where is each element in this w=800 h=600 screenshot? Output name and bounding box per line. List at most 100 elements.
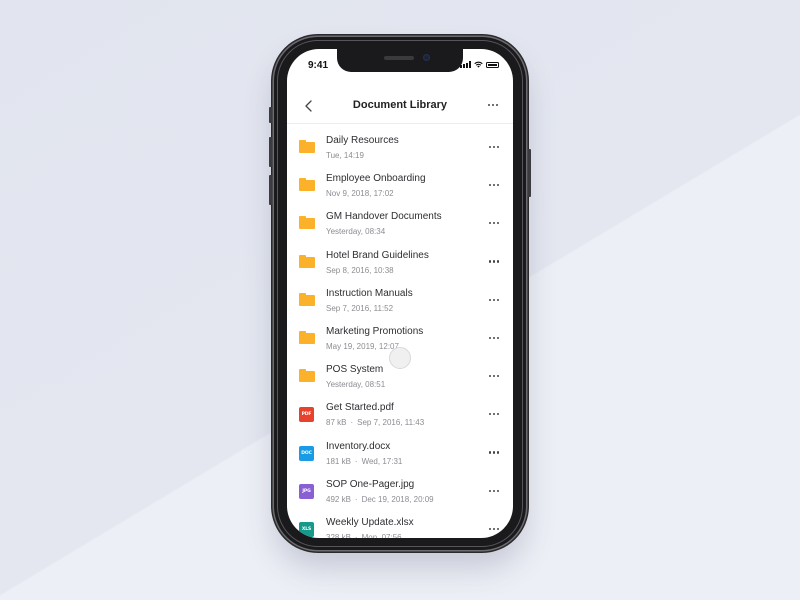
item-name: Get Started.pdf	[326, 402, 394, 414]
meta-separator: ·	[354, 494, 358, 504]
item-meta: 87 kB · Sep 7, 2016, 11:43	[326, 418, 424, 427]
phone-screen: 9:41 Document Library Daily Resources Tue…	[287, 49, 513, 538]
item-name: Daily Resources	[326, 135, 399, 146]
item-date: Sep 7, 2016, 11:52	[326, 303, 394, 313]
folder-icon	[299, 216, 315, 230]
item-more-button[interactable]	[487, 522, 501, 536]
item-meta: 181 kB · Wed, 17:31	[326, 457, 402, 466]
nav-bar: Document Library	[287, 89, 513, 124]
item-more-button[interactable]	[487, 293, 501, 307]
meta-separator: ·	[354, 456, 358, 466]
item-name: Marketing Promotions	[326, 325, 424, 337]
page-title: Document Library	[352, 99, 448, 111]
item-size: 181 kB	[326, 456, 351, 466]
more-horizontal-icon	[487, 522, 501, 536]
item-more-button[interactable]	[487, 140, 501, 154]
speaker-icon	[384, 56, 414, 60]
volume-down-button	[269, 175, 272, 205]
item-more-button[interactable]	[487, 369, 501, 383]
item-name: Employee Onboarding	[326, 173, 426, 185]
more-horizontal-icon	[487, 178, 501, 192]
phone-frame: 9:41 Document Library Daily Resources Tue…	[269, 37, 531, 550]
item-meta: Tue, 14:19	[326, 151, 364, 160]
item-date: May 19, 2019, 12:07	[326, 341, 399, 351]
folder-icon	[299, 369, 315, 383]
item-meta: Sep 7, 2016, 11:52	[326, 304, 393, 313]
item-meta: Yesterday, 08:51	[326, 380, 385, 389]
more-horizontal-icon	[487, 293, 501, 307]
item-meta: May 19, 2019, 12:07	[326, 342, 399, 351]
item-name: Inventory.docx	[326, 440, 391, 452]
item-meta: Sep 8, 2016, 10:38	[326, 266, 394, 275]
item-more-button[interactable]	[487, 446, 501, 460]
folder-icon	[299, 140, 315, 154]
silent-switch	[269, 107, 272, 123]
jpg-badge: JPG	[299, 483, 314, 499]
folder-icon	[299, 178, 315, 192]
item-date: Dec 19, 2018, 20:09	[361, 494, 434, 504]
item-date: Yesterday, 08:34	[326, 227, 386, 237]
folder-list-item[interactable]: Employee Onboarding Nov 9, 2018, 17:02	[287, 166, 513, 204]
item-size: 87 kB	[326, 418, 347, 428]
more-horizontal-icon	[487, 446, 501, 460]
item-meta: Nov 9, 2018, 17:02	[326, 189, 394, 198]
touch-indicator	[389, 347, 411, 369]
folder-list-item[interactable]: Instruction Manuals Sep 7, 2016, 11:52	[287, 281, 513, 319]
item-name: Hotel Brand Guidelines	[326, 249, 429, 261]
folder-list-item[interactable]: Hotel Brand Guidelines Sep 8, 2016, 10:38	[287, 243, 513, 281]
xls-badge: XLS	[299, 521, 314, 537]
item-more-button[interactable]	[487, 178, 501, 192]
camera-icon	[423, 54, 430, 61]
status-time: 9:41	[308, 60, 329, 71]
more-horizontal-icon	[487, 484, 501, 498]
wifi-icon	[474, 61, 483, 68]
more-options-button[interactable]	[485, 97, 501, 113]
xls-file-icon: XLS	[299, 521, 315, 537]
item-size: 328 kB	[326, 532, 351, 538]
item-more-button[interactable]	[487, 407, 501, 421]
meta-separator: ·	[350, 418, 354, 428]
item-name: POS System	[326, 364, 384, 376]
folder-icon	[299, 330, 315, 345]
item-more-button[interactable]	[487, 216, 501, 230]
more-horizontal-icon	[487, 140, 501, 154]
item-name: Weekly Update.xlsx	[326, 516, 414, 528]
item-date: Mon, 07:56	[361, 532, 402, 538]
item-name: Instruction Manuals	[326, 287, 413, 299]
item-date: Sep 8, 2016, 10:38	[326, 265, 394, 275]
item-meta: Yesterday, 08:34	[326, 227, 385, 236]
item-more-button[interactable]	[487, 331, 501, 345]
item-date: Sep 7, 2016, 11:43	[357, 418, 425, 428]
more-horizontal-icon	[485, 97, 501, 113]
notch	[337, 49, 463, 72]
more-horizontal-icon	[487, 369, 501, 383]
folder-icon	[299, 254, 315, 269]
folder-icon	[299, 292, 315, 307]
jpg-file-icon: JPG	[299, 483, 315, 499]
folder-list-item[interactable]: GM Handover Documents Yesterday, 08:34	[287, 204, 513, 242]
item-more-button[interactable]	[487, 484, 501, 498]
doc-file-icon: DOC	[299, 445, 315, 461]
item-date: Nov 9, 2018, 17:02	[326, 189, 394, 199]
item-more-button[interactable]	[487, 255, 501, 269]
file-list-item[interactable]: DOC Inventory.docx 181 kB · Wed, 17:31	[287, 434, 513, 472]
pdf-file-icon: PDF	[299, 407, 315, 423]
document-list: Daily Resources Tue, 14:19 Employee Onboar…	[287, 123, 513, 538]
power-button	[528, 149, 531, 197]
item-meta: 328 kB · Mon, 07:56	[326, 533, 402, 538]
folder-list-item[interactable]: Daily Resources Tue, 14:19	[287, 128, 513, 166]
item-meta: 492 kB · Dec 19, 2018, 20:09	[326, 495, 434, 504]
file-list-item[interactable]: XLS Weekly Update.xlsx 328 kB · Mon, 07:56	[287, 510, 513, 538]
item-date: Tue, 14:19	[326, 151, 364, 160]
meta-separator: ·	[354, 532, 358, 538]
more-horizontal-icon	[487, 216, 501, 230]
more-horizontal-icon	[487, 255, 501, 269]
file-list-item[interactable]: JPG SOP One-Pager.jpg 492 kB · Dec 19, 2018,…	[287, 472, 513, 510]
item-date: Yesterday, 08:51	[326, 380, 386, 390]
doc-badge: DOC	[299, 445, 314, 461]
file-list-item[interactable]: PDF Get Started.pdf 87 kB · Sep 7, 2016, 11:…	[287, 395, 513, 433]
cellular-signal-icon	[460, 61, 471, 68]
pdf-badge: PDF	[299, 407, 314, 423]
item-date: Wed, 17:31	[361, 456, 403, 466]
battery-icon	[486, 61, 499, 68]
